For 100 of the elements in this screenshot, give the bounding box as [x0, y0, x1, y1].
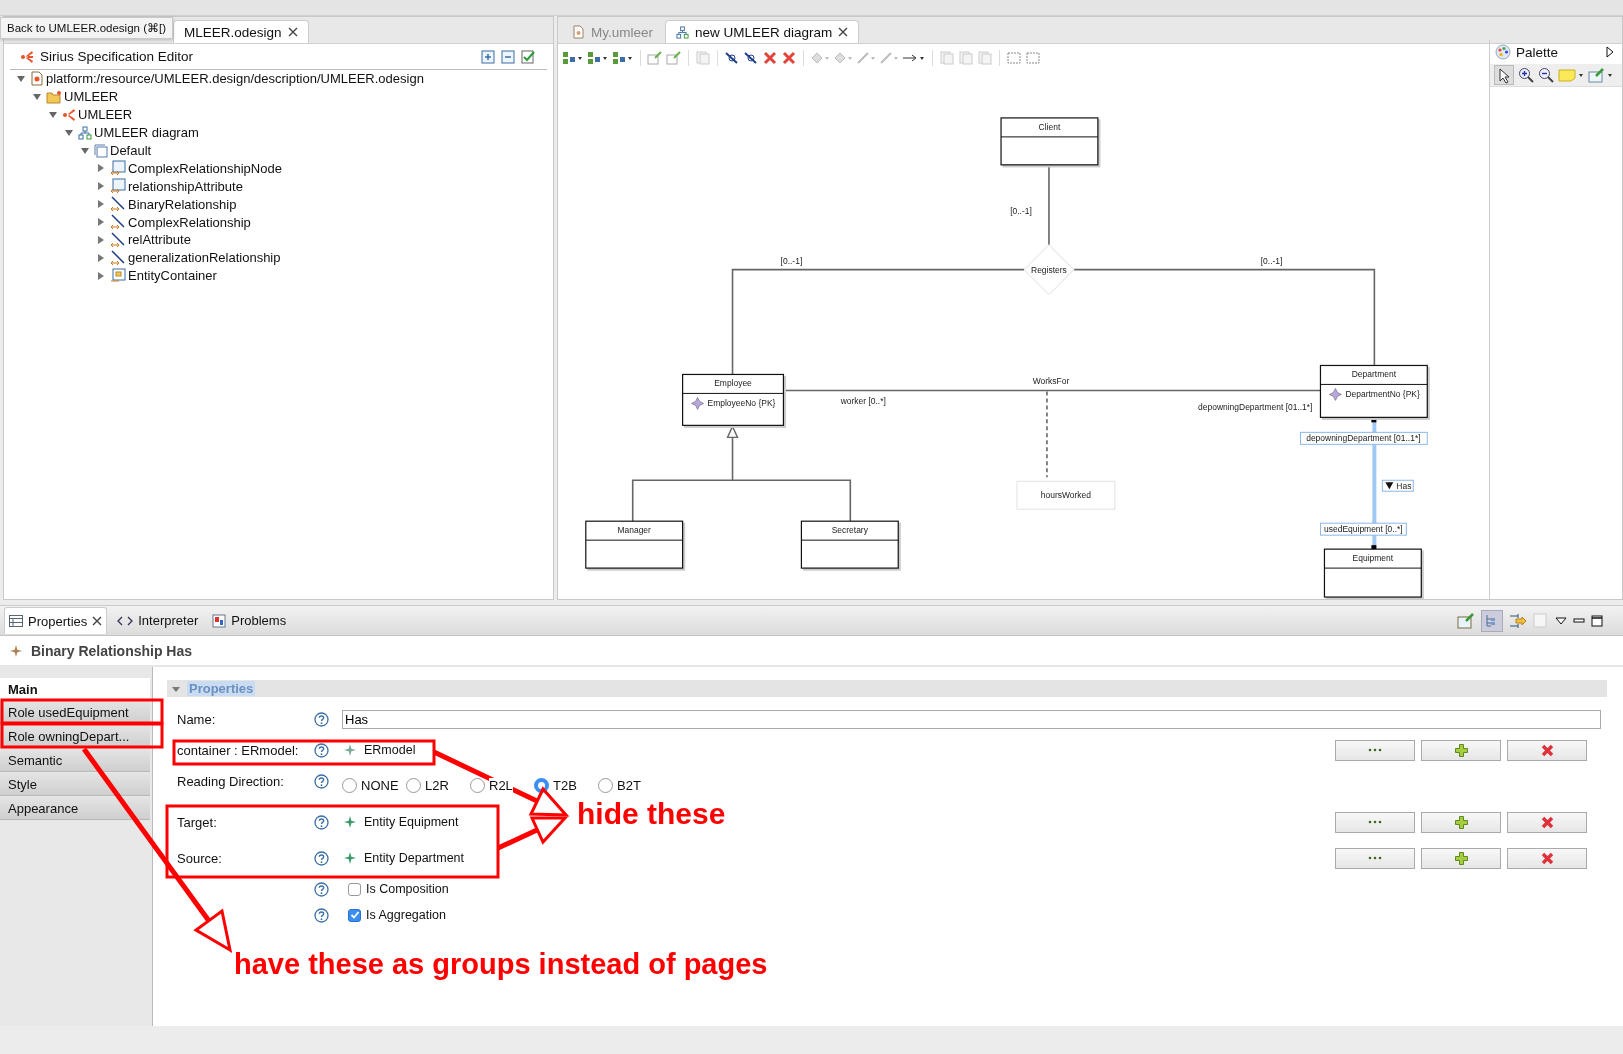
hide-icon[interactable]: [743, 50, 759, 65]
radio-button[interactable]: [470, 778, 485, 793]
tree-item[interactable]: Default: [110, 143, 152, 158]
help-icon[interactable]: [314, 814, 329, 830]
arrange-icon[interactable]: [562, 50, 584, 65]
browse-button[interactable]: [1335, 739, 1415, 761]
minimize-icon[interactable]: [1573, 615, 1585, 626]
tree-item[interactable]: generalizationRelationship: [128, 250, 281, 266]
close-icon[interactable]: [92, 616, 103, 626]
browse-button[interactable]: [1335, 847, 1415, 869]
file-icon: [572, 25, 585, 39]
expand-all-icon[interactable]: [481, 49, 495, 64]
checkbox[interactable]: [348, 882, 361, 896]
container-icon: [110, 267, 126, 284]
tree-item[interactable]: EntityContainer: [128, 268, 217, 284]
remove-button[interactable]: [1507, 739, 1587, 761]
role-label: [0..-1]: [1010, 205, 1032, 216]
expand-icon[interactable]: [1606, 46, 1614, 58]
remove-button[interactable]: [1507, 847, 1587, 869]
view-tab[interactable]: Problems: [208, 607, 291, 634]
view-tab[interactable]: Interpreter: [113, 607, 203, 634]
hierarchy-icon: [78, 125, 92, 140]
check-icon: [349, 910, 360, 920]
editor-tab[interactable]: new UMLEER diagram: [665, 20, 860, 43]
pointer-icon[interactable]: [1494, 65, 1514, 85]
expander-icon[interactable]: [96, 199, 106, 210]
radio-button[interactable]: [406, 778, 421, 793]
radio-button[interactable]: [342, 778, 357, 793]
help-icon[interactable]: [314, 850, 329, 866]
collapse-all-icon[interactable]: [501, 49, 515, 64]
help-icon[interactable]: [314, 774, 329, 789]
page-tab[interactable]: Style: [0, 773, 150, 796]
expander-icon[interactable]: [96, 252, 106, 263]
maximize-icon[interactable]: [1591, 614, 1603, 627]
field-label: Target:: [177, 814, 217, 830]
close-icon[interactable]: [287, 27, 298, 37]
entity-name: Manager: [617, 525, 651, 536]
star-icon: [344, 744, 356, 756]
tree-item[interactable]: ComplexRelationshipNode: [128, 160, 282, 176]
page-tab[interactable]: Appearance: [0, 797, 150, 820]
help-icon[interactable]: [314, 881, 329, 897]
help-icon[interactable]: [314, 907, 329, 923]
tree-item[interactable]: relationshipAttribute: [128, 178, 243, 194]
tree-item[interactable]: relAttribute: [128, 232, 191, 248]
view-menu-icon[interactable]: [1555, 615, 1567, 626]
expander-icon[interactable]: [80, 145, 90, 156]
add-button[interactable]: [1421, 811, 1501, 833]
tree-item[interactable]: BinaryRelationship: [128, 196, 237, 212]
tree-item[interactable]: ComplexRelationship: [128, 214, 251, 230]
tree-item[interactable]: UMLEER diagram: [94, 125, 199, 141]
expander-icon[interactable]: [32, 91, 42, 102]
pin-icon[interactable]: [1588, 67, 1614, 83]
node-icon: [110, 178, 126, 195]
sync-icon[interactable]: [1509, 612, 1527, 629]
arrange-icon[interactable]: [612, 50, 634, 65]
add-button[interactable]: [1421, 739, 1501, 761]
radio-label: B2T: [617, 778, 641, 793]
expander-icon[interactable]: [96, 234, 106, 245]
pin-icon[interactable]: [1457, 612, 1475, 629]
radio-button[interactable]: [598, 778, 613, 793]
arrange-icon[interactable]: [587, 50, 609, 65]
close-icon[interactable]: [838, 27, 849, 37]
zoom-out-icon[interactable]: [1538, 67, 1554, 83]
remove-button[interactable]: [1507, 811, 1587, 833]
editor-tab[interactable]: MLEER.odesign: [173, 20, 309, 43]
expander-icon[interactable]: [48, 109, 58, 120]
tree-item[interactable]: UMLEER: [78, 107, 133, 123]
expander-icon[interactable]: [96, 163, 106, 174]
delete-icon[interactable]: [781, 50, 797, 65]
expander-icon[interactable]: [64, 127, 74, 138]
add-button[interactable]: [1421, 847, 1501, 869]
label-frame: [1381, 479, 1414, 492]
file-icon: [30, 71, 44, 87]
tree-item[interactable]: platform:/resource/UMLEER.design/description/UMLEER.odesign: [46, 71, 424, 87]
reference-value: Entity Equipment: [364, 815, 459, 829]
name-field[interactable]: Has: [342, 709, 1601, 729]
reference-value: Entity Department: [364, 851, 465, 865]
help-icon[interactable]: [314, 742, 329, 758]
tree-item[interactable]: UMLEER: [64, 89, 119, 105]
help-icon[interactable]: [314, 711, 329, 727]
pin-icon[interactable]: [666, 50, 682, 65]
hide-icon[interactable]: [724, 50, 740, 65]
expander-icon[interactable]: [96, 181, 106, 192]
expander-icon[interactable]: [96, 217, 106, 228]
zoom-in-icon[interactable]: [1518, 67, 1534, 83]
expander-icon[interactable]: [16, 73, 26, 84]
ellipsis-icon: [1368, 820, 1382, 824]
role-label: [0..-1]: [780, 255, 803, 266]
entity-name: Employee: [714, 378, 752, 389]
page-tab[interactable]: Semantic: [0, 749, 150, 772]
validate-icon[interactable]: [521, 49, 535, 64]
delete-icon[interactable]: [762, 50, 778, 65]
checkbox[interactable]: [348, 908, 361, 922]
view-tab[interactable]: Properties: [4, 607, 108, 634]
tooltip: Back to UMLEER.odesign (⌘[): [0, 17, 173, 39]
pin-icon[interactable]: [647, 50, 663, 65]
expander-icon[interactable]: [96, 270, 106, 281]
page-tab[interactable]: Main: [0, 678, 150, 700]
browse-button[interactable]: [1335, 811, 1415, 833]
tree-view-icon[interactable]: [1481, 609, 1503, 632]
